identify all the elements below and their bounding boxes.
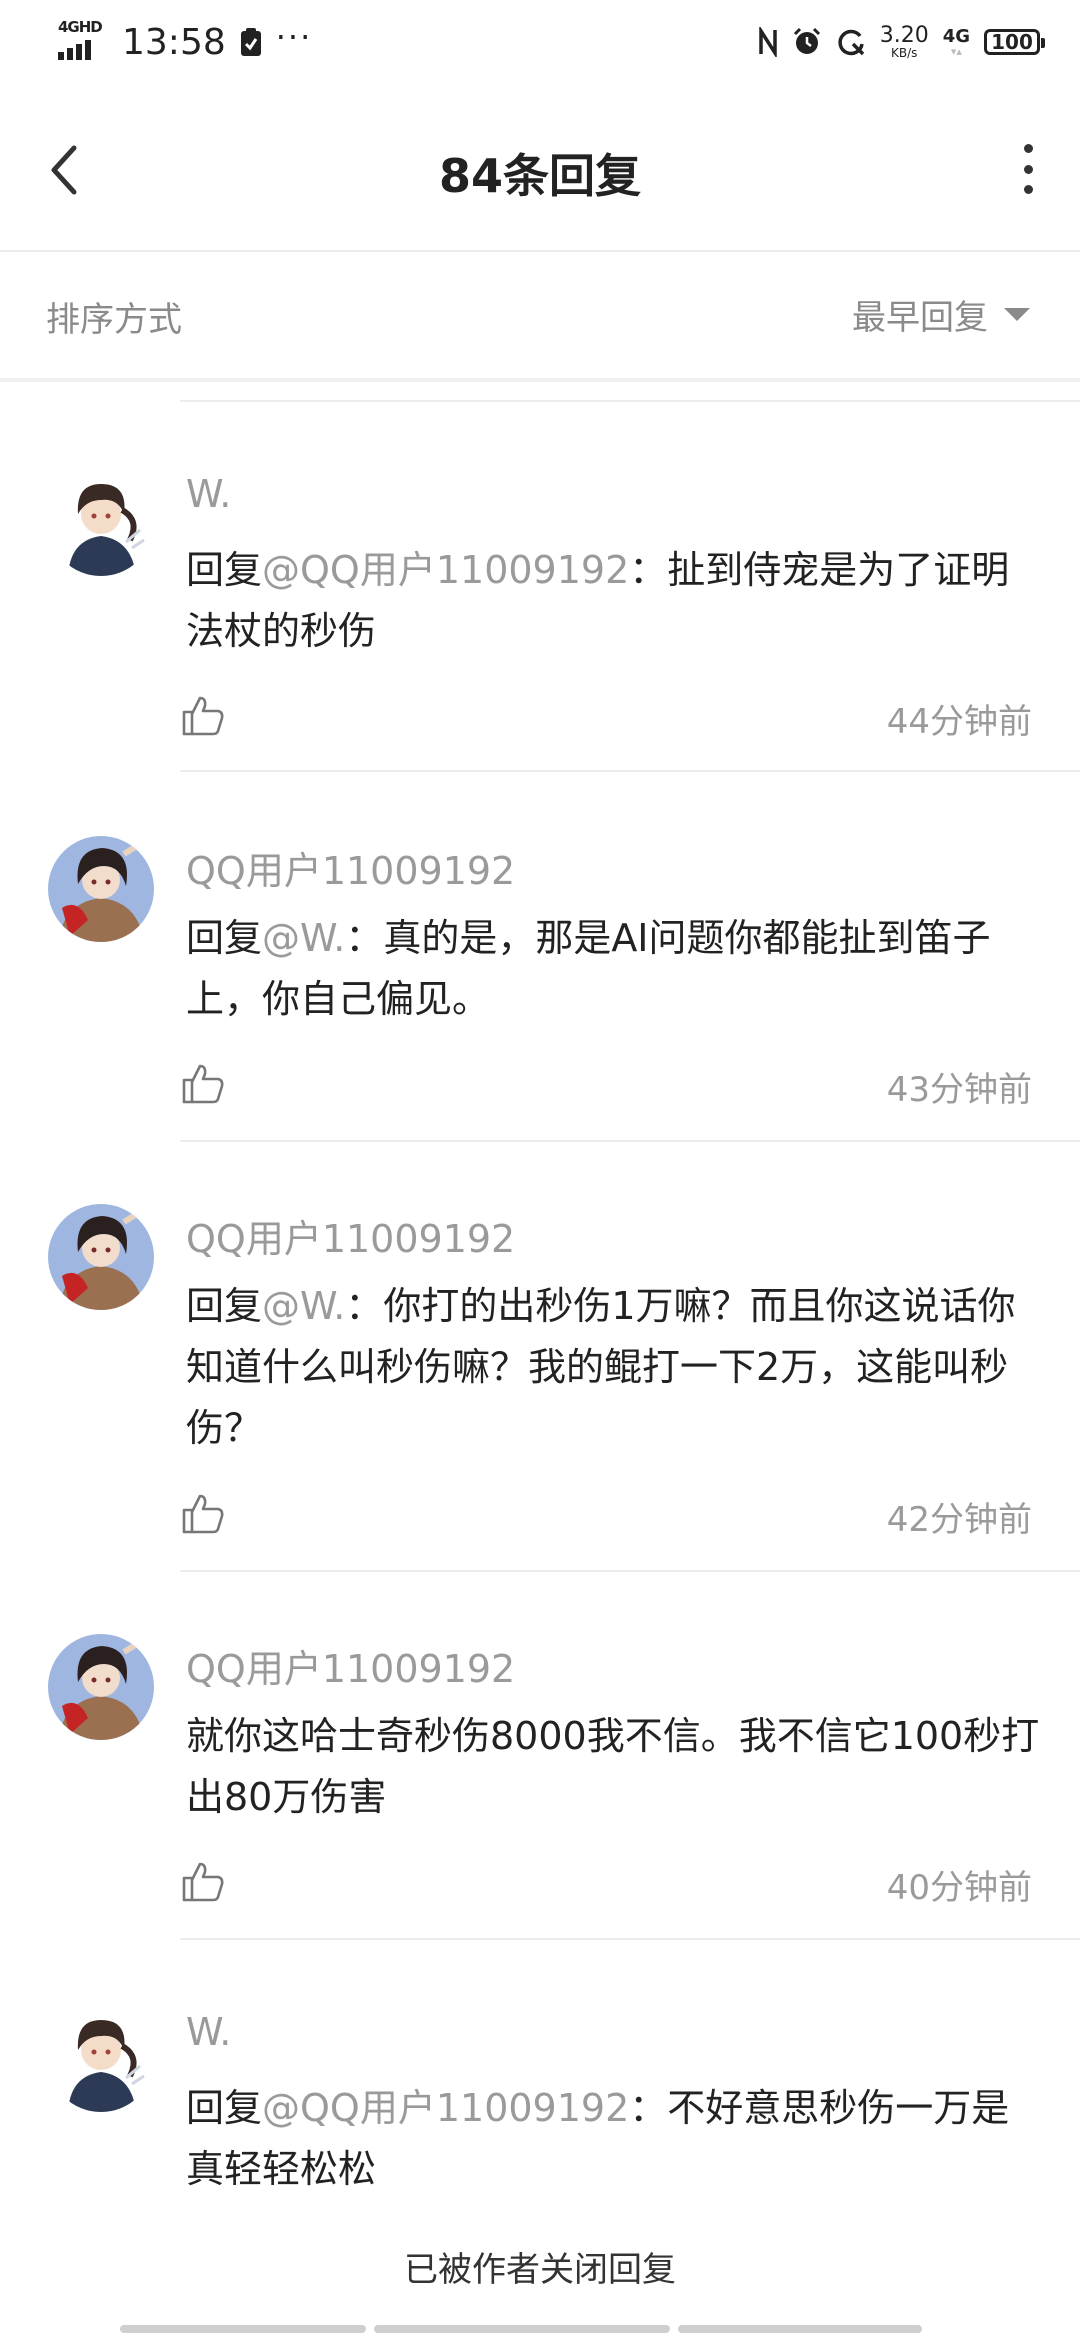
alarm-clock-icon — [793, 27, 820, 54]
nfc-icon — [758, 27, 777, 57]
status-time: 13:58 — [122, 21, 226, 63]
signal-icon: 4GHD — [58, 18, 108, 62]
reply-prefix: 回复 — [186, 1284, 263, 1328]
speed-value: 3.20 — [879, 23, 929, 48]
comment-item: QQ用户11009192 就你这哈士奇秒伤8000我不信。我不信它100秒打出8… — [0, 1630, 1080, 1940]
avatar[interactable] — [48, 1634, 154, 1740]
comment-body: 就你这哈士奇秒伤8000我不信。我不信它100秒打出80万伤害 — [186, 1714, 1040, 1819]
comment-divider — [180, 1140, 1080, 1142]
thumbs-up-icon[interactable] — [180, 1060, 226, 1106]
comment-time: 42分钟前 — [886, 1500, 1032, 1540]
up-down-arrows-icon: ▾▴ — [950, 44, 962, 58]
comment-item: W. 回复@QQ用户11009192：不好意思秒伤一万是真轻轻松松 — [0, 2002, 1080, 2202]
bottom-gesture-bar — [120, 2325, 960, 2333]
reply-prefix: 回复 — [186, 548, 263, 592]
reply-prefix: 回复 — [186, 2086, 263, 2130]
more-vertical-icon[interactable] — [1016, 144, 1040, 194]
status-right: 3.20 KB/s 4G ▾▴ 100 — [758, 18, 1045, 66]
sort-selected-value: 最早回复 — [852, 298, 988, 338]
data-saver-icon — [838, 29, 864, 56]
sort-dropdown[interactable]: 最早回复 — [852, 290, 1030, 339]
comment-time: 40分钟前 — [886, 1868, 1032, 1908]
avatar[interactable] — [48, 836, 154, 942]
comment-text: 回复@QQ用户11009192：不好意思秒伤一万是真轻轻松松 — [186, 2078, 1046, 2200]
comment-text: 回复@W.：真的是，那是AI问题你都能扯到笛子上，你自己偏见。 — [186, 908, 1046, 1030]
reply-mention[interactable]: @QQ用户11009192 — [262, 2086, 629, 2130]
status-more-dots: ··· — [275, 18, 313, 56]
status-left: 4GHD 13:58 ··· — [58, 18, 312, 66]
comment-item: QQ用户11009192 回复@W.：你打的出秒伤1万嘛？而且你这说话你知道什么… — [0, 1200, 1080, 1572]
comment-text: 回复@W.：你打的出秒伤1万嘛？而且你这说话你知道什么叫秒伤嘛？我的鲲打一下2万… — [186, 1276, 1046, 1459]
thumbs-up-icon[interactable] — [180, 1858, 226, 1904]
clipboard-check-icon — [240, 28, 261, 56]
battery-icon: 100 — [984, 29, 1045, 55]
thumbs-up-icon[interactable] — [180, 692, 226, 738]
network-tag: 4GHD — [58, 18, 103, 36]
reply-prefix: 回复 — [186, 916, 263, 960]
caret-down-icon — [1004, 308, 1030, 321]
avatar[interactable] — [48, 2006, 154, 2112]
comment-username[interactable]: W. — [186, 472, 231, 516]
thumbs-up-icon[interactable] — [180, 1490, 226, 1536]
sort-bar: 排序方式 最早回复 — [0, 252, 1080, 382]
comment-username[interactable]: QQ用户11009192 — [186, 840, 515, 895]
list-top-divider — [180, 400, 1080, 402]
reply-mention[interactable]: @W. — [262, 1284, 345, 1328]
comment-divider — [180, 1570, 1080, 1572]
top-app-bar: 84条回复 — [0, 84, 1080, 252]
comment-text: 就你这哈士奇秒伤8000我不信。我不信它100秒打出80万伤害 — [186, 1706, 1046, 1828]
comment-item: QQ用户11009192 回复@W.：真的是，那是AI问题你都能扯到笛子上，你自… — [0, 832, 1080, 1142]
avatar[interactable] — [48, 1204, 154, 1310]
page-title: 84条回复 — [438, 149, 641, 203]
network-type-label: 4G — [942, 25, 970, 47]
sort-label: 排序方式 — [46, 300, 182, 340]
comment-text: 回复@QQ用户11009192：扯到侍宠是为了证明法杖的秒伤 — [186, 540, 1046, 662]
reply-mention[interactable]: @QQ用户11009192 — [262, 548, 629, 592]
network-speed: 3.20 KB/s — [879, 23, 929, 60]
status-bar: 4GHD 13:58 ··· 3.20 KB/s 4G ▾▴ 100 — [0, 0, 1080, 84]
comment-divider — [180, 770, 1080, 772]
replies-closed-notice: 已被作者关闭回复 — [404, 2250, 676, 2290]
battery-level: 100 — [991, 30, 1033, 54]
comment-username[interactable]: W. — [186, 2010, 231, 2054]
comment-time: 43分钟前 — [886, 1070, 1032, 1110]
network-type: 4G ▾▴ — [942, 25, 970, 58]
comment-item: W. 回复@QQ用户11009192：扯到侍宠是为了证明法杖的秒伤 44分钟前 — [0, 460, 1080, 772]
comment-time: 44分钟前 — [886, 702, 1032, 742]
avatar[interactable] — [48, 470, 154, 576]
reply-mention[interactable]: @W. — [262, 916, 345, 960]
comment-username[interactable]: QQ用户11009192 — [186, 1638, 515, 1693]
speed-unit: KB/s — [890, 46, 918, 60]
comment-username[interactable]: QQ用户11009192 — [186, 1208, 515, 1263]
comment-divider — [180, 1938, 1080, 1940]
